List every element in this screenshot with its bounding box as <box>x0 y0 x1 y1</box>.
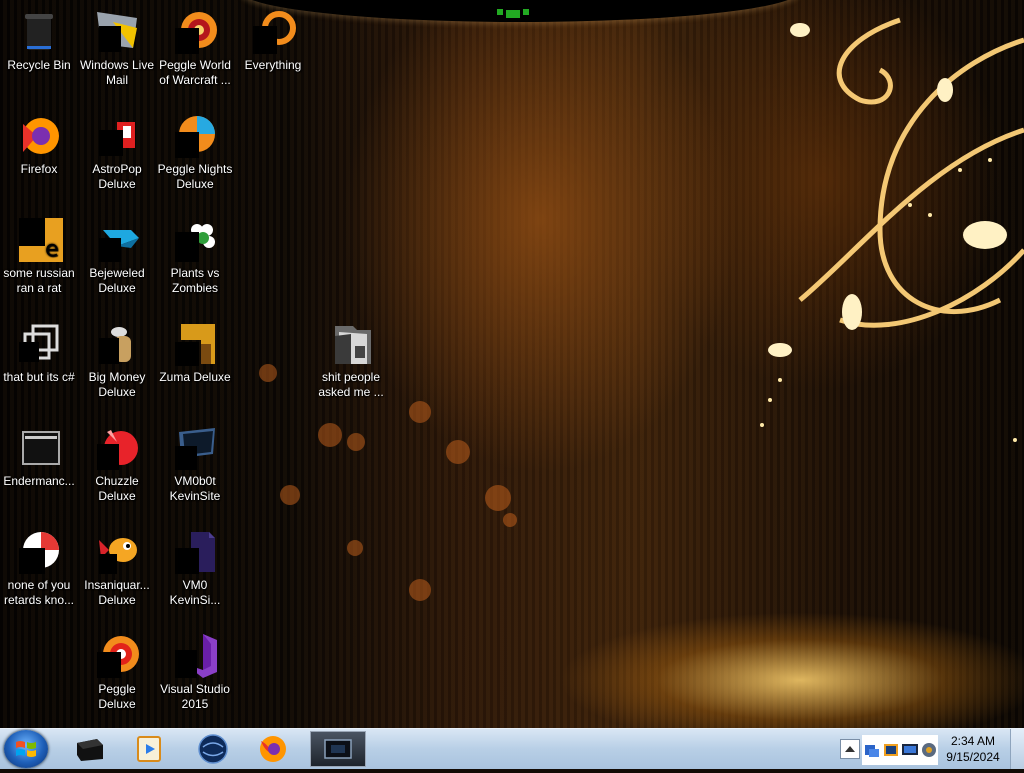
windows-logo-icon <box>16 741 36 757</box>
desktop-icon-label: Recycle Bin <box>7 58 71 72</box>
desktop-icon-vm0b0t-kevinsite[interactable]: VM0b0t KevinSite <box>156 424 234 504</box>
desktop-icon-folder[interactable]: shit people asked me ... <box>312 320 390 400</box>
taskbar-pin-firefox[interactable] <box>248 731 298 767</box>
desktop-icon-label: Endermanc... <box>3 474 75 488</box>
desktop-icon-label: Firefox <box>20 162 58 176</box>
desktop-icon-label: some russian ran a rat <box>3 266 75 295</box>
money-icon <box>93 320 141 368</box>
desktop-icon-label: Peggle Nights Deluxe <box>157 162 233 191</box>
desktop-icon-label: Peggle World of Warcraft ... <box>159 58 231 87</box>
taskbar-pin-globe-app[interactable] <box>188 731 238 767</box>
desktop-icon-everything[interactable]: Everything <box>234 8 312 73</box>
desktop-icon-big-money-deluxe[interactable]: Big Money Deluxe <box>78 320 156 400</box>
network-tray-icon[interactable] <box>863 741 881 759</box>
desktop-icon-recycle-bin[interactable]: Recycle Bin <box>0 8 78 73</box>
astropop-icon <box>93 112 141 160</box>
zuma-icon <box>171 320 219 368</box>
black-box-icon <box>77 739 103 761</box>
clock-date: 9/15/2024 <box>946 750 1000 764</box>
peggle-icon <box>171 112 219 160</box>
app-tray-icon[interactable] <box>882 741 900 759</box>
desktop-icon-bejeweled-deluxe[interactable]: Bejeweled Deluxe <box>78 216 156 296</box>
desktop-icon-label: Peggle Deluxe <box>98 682 136 711</box>
window-icon <box>15 424 63 472</box>
desktop-icon-some-russian-ran-a-rat[interactable]: e some russian ran a rat <box>0 216 78 296</box>
desktop-icon-chuzzle-deluxe[interactable]: Chuzzle Deluxe <box>78 424 156 504</box>
desktop-icon-firefox[interactable]: Firefox <box>0 112 78 177</box>
taskbar-pin-media-player[interactable] <box>124 731 174 767</box>
start-button[interactable] <box>4 730 48 768</box>
desktop-icon-peggle-deluxe[interactable]: Peggle Deluxe <box>78 632 156 712</box>
desktop-icon-endermanch[interactable]: Endermanc... <box>0 424 78 489</box>
recycle-bin-icon <box>15 8 63 56</box>
chuzzle-icon <box>93 424 141 472</box>
desktop-icon-label: shit people asked me ... <box>318 370 384 399</box>
desktop-background: Recycle Bin Firefox e some russian ran a… <box>0 0 1024 728</box>
desktop-icon-peggle-nights-deluxe[interactable]: Peggle Nights Deluxe <box>156 112 234 192</box>
notification-area <box>862 735 938 765</box>
clock-time: 2:34 AM <box>950 734 996 748</box>
taskbar: 2:34 AM 9/15/2024 <box>0 728 1024 769</box>
desktop-icon-label: Zuma Deluxe <box>159 370 231 384</box>
globe-icon <box>198 734 228 764</box>
monitor-tray-icon[interactable] <box>901 741 919 759</box>
plant-icon <box>171 216 219 264</box>
shortcut-icon <box>15 320 63 368</box>
app-icon: e <box>15 216 63 264</box>
desktop-icon-label: Everything <box>244 58 302 72</box>
desktop-icon-label: none of you retards kno... <box>3 578 75 607</box>
firefox-icon <box>15 112 63 160</box>
mail-icon <box>93 8 141 56</box>
desktop-icon-peggle-world-of-warcraft[interactable]: Peggle World of Warcraft ... <box>156 8 234 88</box>
vm-icon <box>171 424 219 472</box>
file-icon <box>171 528 219 576</box>
fish-icon <box>93 528 141 576</box>
top-indicator-icon <box>497 9 529 18</box>
search-app-icon <box>249 8 297 56</box>
show-desktop-button[interactable] <box>1010 729 1024 769</box>
taskbar-active-window[interactable] <box>310 731 366 767</box>
show-hidden-icons-button[interactable] <box>840 739 860 759</box>
desktop-icon-label: Windows Live Mail <box>79 58 155 87</box>
system-clock[interactable]: 2:34 AM 9/15/2024 <box>940 729 1006 769</box>
gem-icon <box>93 216 141 264</box>
desktop-icon-zuma-deluxe[interactable]: Zuma Deluxe <box>156 320 234 385</box>
desktop-icon-label: that but its c# <box>3 370 75 384</box>
desktop-icon-visual-studio-2015[interactable]: Visual Studio 2015 <box>156 632 234 712</box>
media-player-icon <box>137 736 161 762</box>
desktop-icon-label: AstroPop Deluxe <box>92 162 142 191</box>
desktop-icon-astropop-deluxe[interactable]: AstroPop Deluxe <box>78 112 156 192</box>
desktop-icon-label: Insaniquar... Deluxe <box>84 578 150 607</box>
desktop-icon-label: Plants vs Zombies <box>170 266 220 295</box>
peggle-icon <box>93 632 141 680</box>
desktop-icon-label: Chuzzle Deluxe <box>95 474 139 503</box>
folder-icon <box>327 320 375 368</box>
firefox-icon <box>260 736 286 762</box>
taskbar-pin-explorer-window[interactable] <box>64 731 114 767</box>
visual-studio-icon <box>171 632 219 680</box>
peggle-icon <box>171 8 219 56</box>
desktop-icon-vm0-kevinsite[interactable]: VM0 KevinSi... <box>156 528 234 608</box>
desktop-icon-plants-vs-zombies[interactable]: Plants vs Zombies <box>156 216 234 296</box>
desktop-icon-insaniquarium-deluxe[interactable]: Insaniquar... Deluxe <box>78 528 156 608</box>
desktop-icon-label: VM0b0t KevinSite <box>169 474 221 503</box>
desktop-icon-label: Big Money Deluxe <box>88 370 146 399</box>
app-icon <box>15 528 63 576</box>
desktop-icon-that-but-its-csharp[interactable]: that but its c# <box>0 320 78 385</box>
window-icon <box>324 739 352 759</box>
desktop-icon-label: Bejeweled Deluxe <box>89 266 145 295</box>
volume-tray-icon[interactable] <box>920 741 938 759</box>
svg-text:e: e <box>45 237 59 262</box>
desktop-icon-windows-live-mail[interactable]: Windows Live Mail <box>78 8 156 88</box>
chevron-up-icon <box>845 746 855 752</box>
desktop-icon-label: Visual Studio 2015 <box>160 682 230 711</box>
desktop-icon-label: VM0 KevinSi... <box>169 578 221 607</box>
desktop-icon-none-of-you[interactable]: none of you retards kno... <box>0 528 78 608</box>
